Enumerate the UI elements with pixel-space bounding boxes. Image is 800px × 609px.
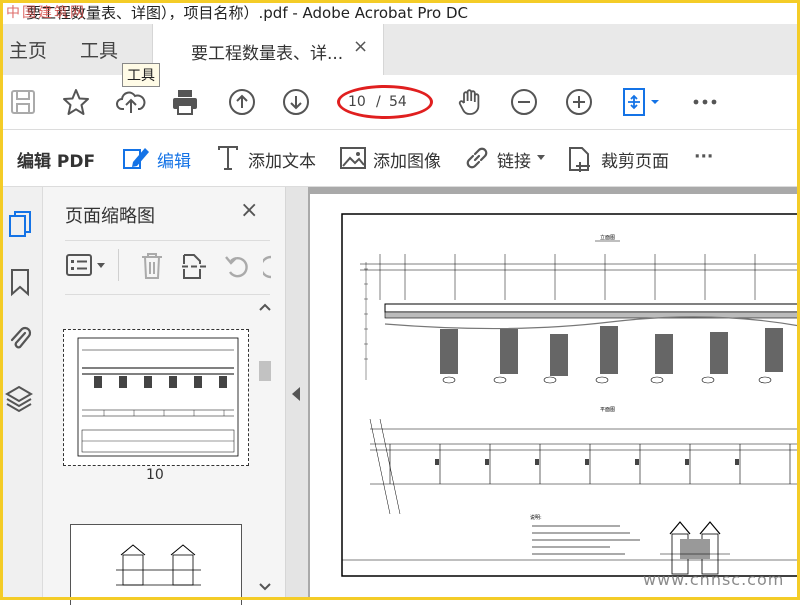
title-bar: 要工程数量表、详图），项目名称）.pdf - Adobe Acrobat Pro… <box>0 0 800 24</box>
attachment-icon[interactable] <box>7 323 33 353</box>
page-thumbnail[interactable] <box>70 524 242 605</box>
collapse-panel-icon[interactable] <box>292 387 300 401</box>
edit-pdf-toolbar: 编辑 PDF 编辑 添加文本 添加图像 链接 裁剪页面 ··· <box>0 130 800 187</box>
page-thumbnail-selected[interactable] <box>63 329 249 466</box>
delete-icon[interactable] <box>139 251 165 281</box>
overlay-watermark: 中国建筑网 <box>6 5 86 21</box>
thumbnail-panel: 页面缩略图 × 10 <box>43 187 286 605</box>
add-image-button[interactable]: 添加图像 <box>373 147 441 172</box>
insert-page-icon[interactable] <box>180 251 208 281</box>
page-down-icon[interactable] <box>281 87 311 117</box>
tab-home[interactable]: 主页 <box>9 36 47 63</box>
main-toolbar: 10 / 54 <box>0 75 800 130</box>
tab-tools[interactable]: 工具 <box>80 36 118 63</box>
zoom-in-icon[interactable] <box>564 87 594 117</box>
tab-bar: 主页 工具 要工程数量表、详... × <box>0 24 800 76</box>
engineering-drawing: 立面图 平面图 说明: <box>341 213 800 577</box>
scroll-up-icon[interactable] <box>259 303 271 311</box>
left-rail <box>0 187 43 600</box>
edit-icon[interactable] <box>121 144 151 172</box>
add-text-icon[interactable] <box>216 145 240 171</box>
panel-splitter[interactable] <box>286 187 308 600</box>
window-title: 要工程数量表、详图），项目名称）.pdf - Adobe Acrobat Pro… <box>26 4 468 22</box>
notes-heading: 说明: <box>530 514 542 521</box>
site-watermark: www.cnnsc.com <box>643 570 785 589</box>
edit-button[interactable]: 编辑 <box>157 147 191 172</box>
thumbnail-scrollbar[interactable] <box>258 299 272 599</box>
page-thumbnails-icon[interactable] <box>7 209 33 239</box>
toolbar-separator <box>118 249 119 281</box>
print-icon[interactable] <box>170 87 200 117</box>
tab-document[interactable]: 要工程数量表、详... × <box>152 24 384 76</box>
edit-pdf-label: 编辑 PDF <box>17 152 96 172</box>
hand-icon[interactable] <box>455 87 485 117</box>
link-button[interactable]: 链接 <box>497 147 531 172</box>
tab-close-icon[interactable]: × <box>353 36 368 57</box>
more-icon[interactable] <box>690 87 720 117</box>
upload-cloud-icon[interactable] <box>116 87 146 117</box>
tab-document-label: 要工程数量表、详... <box>191 44 344 64</box>
panel-close-icon[interactable]: × <box>240 198 258 223</box>
document-viewport[interactable]: 立面图 平面图 说明: <box>308 187 800 600</box>
thumbnail-drawing-2 <box>116 544 201 586</box>
zoom-out-icon[interactable] <box>509 87 539 117</box>
page-up-icon[interactable] <box>227 87 257 117</box>
add-text-button[interactable]: 添加文本 <box>248 147 316 172</box>
panel-divider-2 <box>65 294 270 295</box>
bookmark-icon[interactable] <box>7 267 33 297</box>
link-icon[interactable] <box>463 144 491 172</box>
rotate-icon[interactable] <box>263 251 271 281</box>
crop-page-button[interactable]: 裁剪页面 <box>601 147 669 172</box>
fit-page-icon[interactable] <box>620 87 664 117</box>
save-icon[interactable] <box>8 87 38 117</box>
star-icon[interactable] <box>61 87 91 117</box>
thumbnail-options-icon[interactable] <box>65 253 111 279</box>
plan-title: 立面图 <box>600 234 615 241</box>
tooltip: 工具 <box>122 63 160 87</box>
undo-icon[interactable] <box>223 251 251 281</box>
scrollbar-thumb[interactable] <box>259 361 271 381</box>
section-title: 平面图 <box>600 407 615 413</box>
scroll-down-icon[interactable] <box>259 583 271 591</box>
rail-active-indicator <box>0 207 3 243</box>
add-image-icon[interactable] <box>339 146 367 170</box>
panel-title: 页面缩略图 <box>65 206 155 227</box>
crop-page-icon[interactable] <box>566 144 594 174</box>
thumbnail-drawing <box>77 337 239 457</box>
layers-icon[interactable] <box>5 383 33 413</box>
panel-divider <box>65 240 270 241</box>
link-dropdown-icon[interactable] <box>536 154 546 162</box>
pdf-page: 立面图 平面图 说明: <box>310 194 800 600</box>
highlight-ellipse <box>337 85 433 119</box>
more-tools-button[interactable]: ··· <box>694 147 713 167</box>
thumbnail-page-number: 10 <box>146 467 164 483</box>
